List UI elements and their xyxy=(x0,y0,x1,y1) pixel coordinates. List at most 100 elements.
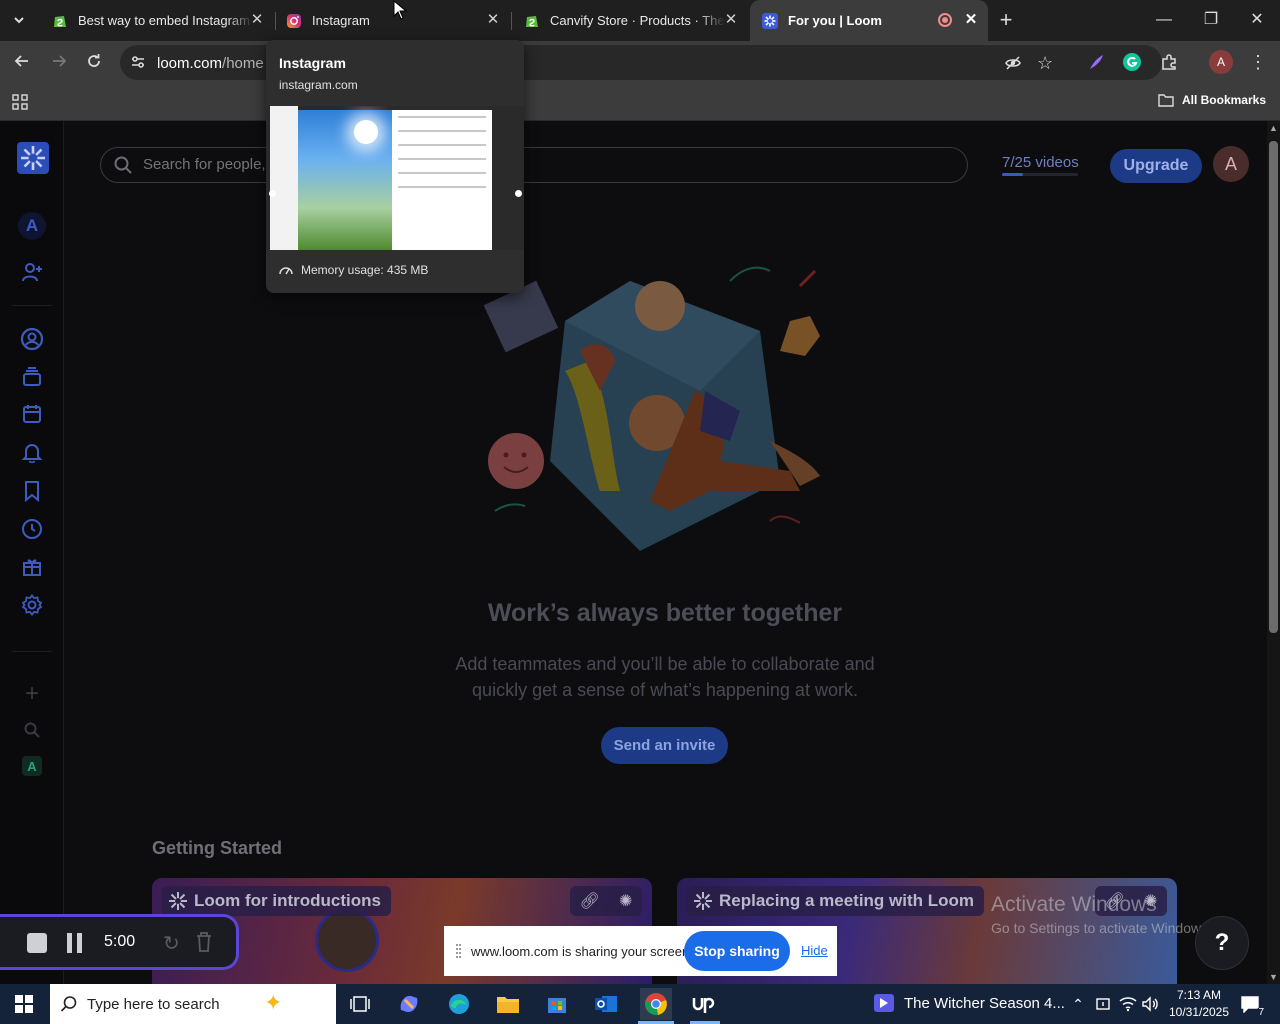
task-view-icon[interactable] xyxy=(344,988,376,1020)
calendar-icon[interactable] xyxy=(18,400,46,428)
notification-center-icon[interactable]: 7 xyxy=(1234,988,1266,1020)
upgrade-button[interactable]: Upgrade xyxy=(1110,149,1202,183)
stop-sharing-button[interactable]: Stop sharing xyxy=(684,931,790,971)
loom-search-bar[interactable] xyxy=(100,147,968,183)
search-workspace-icon[interactable] xyxy=(18,716,46,744)
video-count-progress xyxy=(1002,173,1078,176)
hover-card-title: Instagram xyxy=(279,55,346,71)
back-button[interactable] xyxy=(9,50,35,76)
trash-icon[interactable] xyxy=(194,931,214,958)
recording-indicator-icon xyxy=(938,13,952,27)
outlook-icon[interactable] xyxy=(590,988,622,1020)
library-icon[interactable] xyxy=(18,363,46,391)
all-bookmarks-button[interactable]: All Bookmarks xyxy=(1158,93,1266,107)
media-play-icon[interactable] xyxy=(874,994,894,1012)
file-explorer-icon[interactable] xyxy=(492,988,524,1020)
media-title[interactable]: The Witcher Season 4... xyxy=(904,995,1065,1012)
scroll-down-arrow[interactable]: ▼ xyxy=(1269,972,1278,982)
workspace-small-avatar[interactable]: A xyxy=(22,756,42,776)
hover-card-domain: instagram.com xyxy=(279,78,358,92)
edge-browser-icon[interactable] xyxy=(443,988,475,1020)
copilot-icon[interactable] xyxy=(393,988,425,1020)
close-window-button[interactable]: ✕ xyxy=(1242,8,1272,32)
sidebar-divider xyxy=(12,305,52,306)
taskbar-search-placeholder: Type here to search xyxy=(87,996,220,1013)
clock-icon[interactable] xyxy=(18,515,46,543)
pause-icon[interactable] xyxy=(67,933,83,953)
profile-avatar[interactable]: A xyxy=(1209,50,1233,74)
video-count[interactable]: 7/25 videos xyxy=(1002,154,1079,171)
forward-button[interactable] xyxy=(46,50,72,76)
send-invite-button[interactable]: Send an invite xyxy=(601,727,728,764)
tab-hover-card: Instagram instagram.com Memory usage: 43… xyxy=(266,40,524,293)
tab-embed-instagram[interactable]: Best way to embed Instagram ✕ xyxy=(40,0,274,41)
bookmark-star-icon[interactable]: ☆ xyxy=(1037,53,1053,74)
share-message: www.loom.com is sharing your screen. xyxy=(471,944,693,959)
microsoft-store-icon[interactable] xyxy=(541,988,573,1020)
shopify-icon xyxy=(52,13,68,29)
teamwork-illustration xyxy=(483,266,820,551)
grammarly-extension-icon[interactable] xyxy=(1120,50,1144,74)
video-card-title: Loom for introductions xyxy=(162,886,391,916)
bell-icon[interactable] xyxy=(18,438,46,466)
help-button[interactable]: ? xyxy=(1195,916,1249,970)
new-tab-button[interactable]: + xyxy=(993,7,1019,33)
page-scrollbar[interactable]: ▲ ▼ xyxy=(1267,121,1280,984)
bookmark-icon[interactable] xyxy=(18,477,46,505)
subtext-line: quickly get a sense of what’s happening … xyxy=(472,680,858,700)
clock-date: 10/31/2025 xyxy=(1168,1005,1230,1019)
system-clock[interactable]: 7:13 AM 10/31/2025 xyxy=(1163,987,1235,1021)
feather-extension-icon[interactable] xyxy=(1084,50,1108,74)
hide-link[interactable]: Hide xyxy=(801,943,828,958)
drag-handle-icon[interactable] xyxy=(456,944,461,958)
windows-start-icon[interactable] xyxy=(8,988,40,1020)
video-thumbnail-person xyxy=(315,908,379,972)
close-tab-icon[interactable]: ✕ xyxy=(250,12,264,27)
close-tab-icon[interactable]: ✕ xyxy=(724,12,738,27)
clock-time: 7:13 AM xyxy=(1176,988,1222,1002)
user-avatar[interactable]: A xyxy=(1213,146,1249,182)
close-tab-icon[interactable]: ✕ xyxy=(486,12,500,27)
subtext-line: Add teammates and you’ll be able to coll… xyxy=(455,654,875,674)
taskbar-search-box[interactable]: Type here to search ✦ xyxy=(50,984,336,1024)
preview-scrub-handle xyxy=(515,190,522,197)
minimize-button[interactable]: — xyxy=(1149,8,1179,32)
scroll-up-arrow[interactable]: ▲ xyxy=(1269,123,1278,133)
reload-button[interactable] xyxy=(81,50,107,76)
gift-icon[interactable] xyxy=(18,552,46,580)
close-tab-icon[interactable]: ✕ xyxy=(964,12,978,27)
add-user-icon[interactable] xyxy=(18,258,46,286)
eye-off-icon[interactable] xyxy=(1004,54,1022,77)
bookmarks-bar: All Bookmarks xyxy=(0,83,1280,121)
tab-search-button[interactable] xyxy=(6,7,32,33)
apps-grid-icon[interactable] xyxy=(12,94,28,115)
extensions-puzzle-icon[interactable] xyxy=(1157,50,1181,74)
tab-canvify-store[interactable]: Canvify Store · Products · The V ✕ xyxy=(512,0,748,41)
loom-logo-icon[interactable] xyxy=(17,142,49,174)
browser-menu-icon[interactable]: ⋮ xyxy=(1246,50,1270,74)
restore-button[interactable]: ❐ xyxy=(1196,8,1226,32)
video-count-progress-fill xyxy=(1002,173,1024,176)
loom-icon[interactable]: ✺ xyxy=(619,891,632,911)
stop-recording-button[interactable] xyxy=(27,933,47,953)
getting-started-title: Getting Started xyxy=(152,838,283,858)
url-text: loom.com/home xyxy=(157,55,264,72)
volume-icon[interactable] xyxy=(1134,988,1166,1020)
browser-toolbar: loom.com/home ☆ A ⋮ xyxy=(0,41,1280,83)
for-you-icon[interactable] xyxy=(18,325,46,353)
add-workspace-icon[interactable]: + xyxy=(18,680,46,708)
preview-scrub-handle xyxy=(269,190,276,197)
folder-icon xyxy=(1158,94,1174,107)
scrollbar-thumb[interactable] xyxy=(1269,141,1278,633)
settings-gear-icon[interactable] xyxy=(18,591,46,619)
site-settings-icon[interactable] xyxy=(130,54,146,75)
screen-share-notification: www.loom.com is sharing your screen. Sto… xyxy=(444,926,837,976)
upwork-icon[interactable] xyxy=(689,988,721,1020)
tab-loom[interactable]: For you | Loom ✕ xyxy=(750,0,988,41)
link-icon[interactable]: 🔗︎ xyxy=(580,891,600,911)
preview-comment-lines xyxy=(398,116,486,196)
chrome-icon[interactable] xyxy=(640,988,672,1020)
restart-icon[interactable]: ↻ xyxy=(163,931,180,956)
workspace-avatar[interactable]: A xyxy=(18,212,46,240)
activation-watermark-subtitle: Go to Settings to activate Windows. xyxy=(991,920,1212,936)
